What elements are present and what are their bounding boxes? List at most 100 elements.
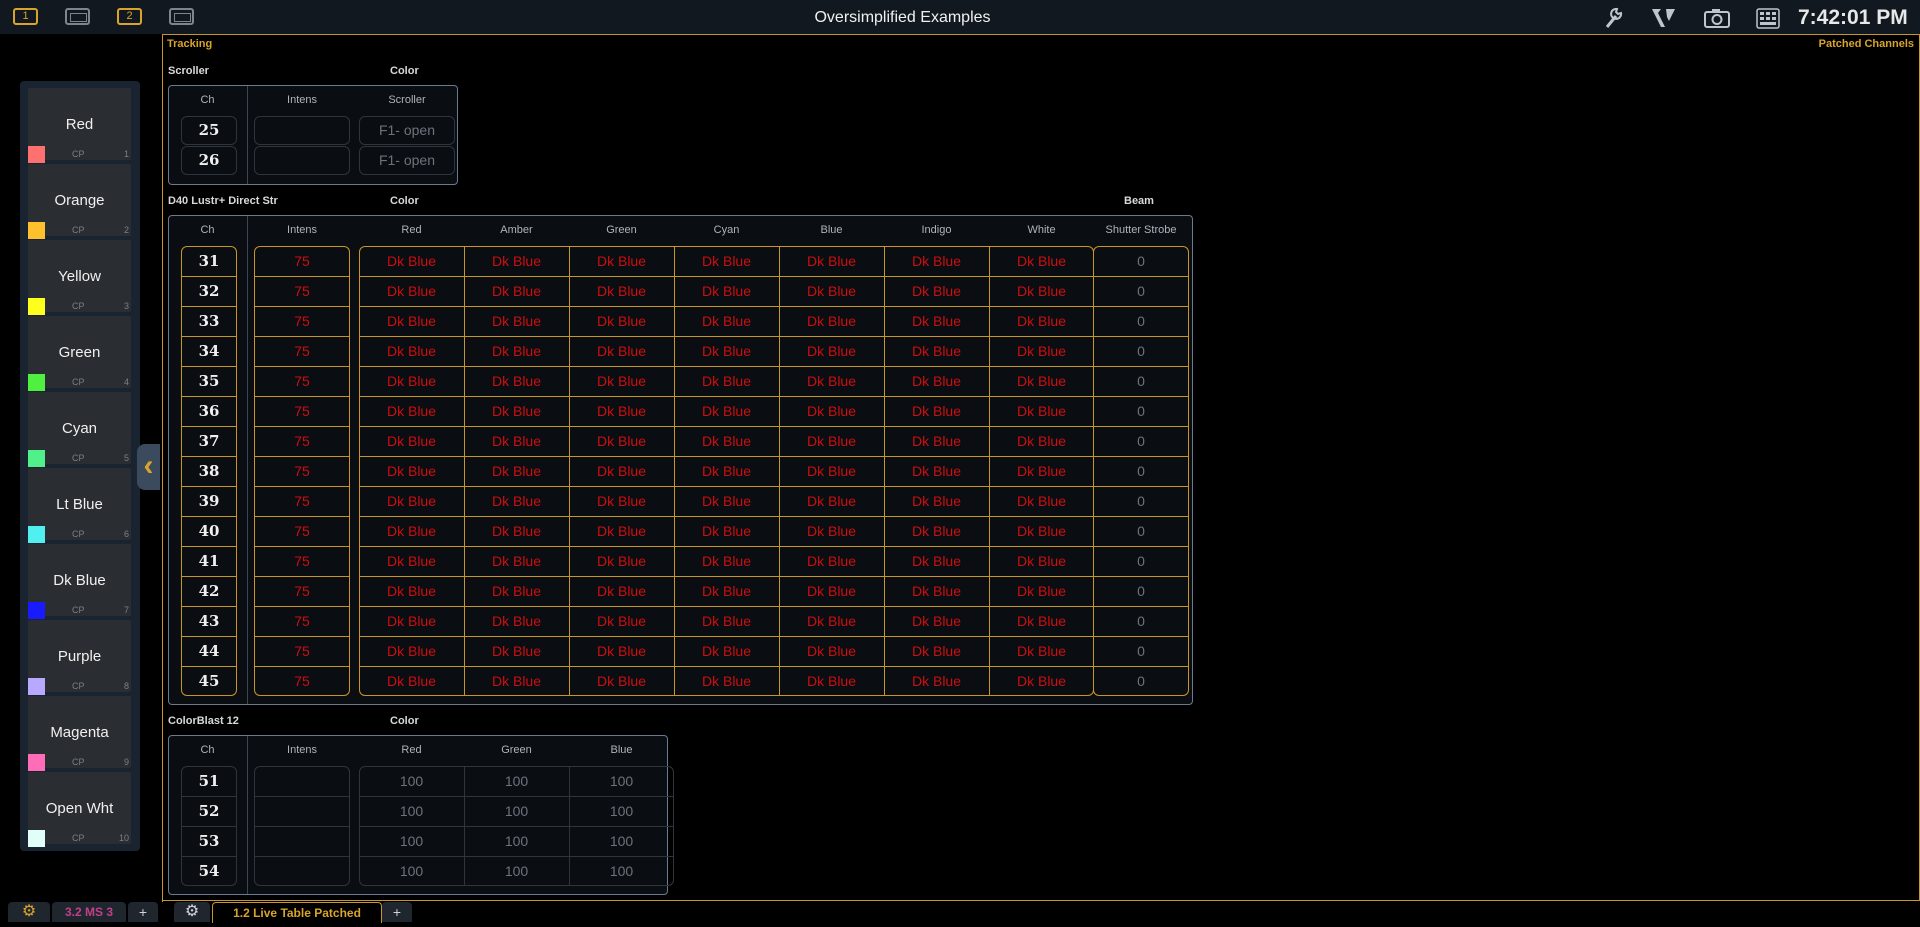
intensity-cell[interactable] [254, 146, 350, 175]
gear-icon[interactable]: ⚙ [8, 902, 50, 922]
color-value[interactable]: Dk Blue [779, 433, 884, 449]
palette-button-yellow[interactable]: Yellow CP 3 [28, 240, 131, 315]
channel-number[interactable]: 31 [181, 252, 237, 270]
color-value[interactable]: Dk Blue [359, 523, 464, 539]
color-value[interactable]: Dk Blue [569, 553, 674, 569]
color-value[interactable]: Dk Blue [779, 313, 884, 329]
color-value[interactable]: Dk Blue [674, 313, 779, 329]
color-value[interactable]: Dk Blue [674, 253, 779, 269]
shutter-strobe-value[interactable]: 0 [1093, 343, 1189, 359]
color-value[interactable]: Dk Blue [674, 583, 779, 599]
tab-1-2-live-table-patched[interactable]: 1.2 Live Table Patched [212, 902, 382, 923]
color-value[interactable]: Dk Blue [464, 283, 569, 299]
intensity-value[interactable]: 75 [254, 403, 350, 419]
color-value[interactable]: Dk Blue [779, 253, 884, 269]
color-value[interactable]: Dk Blue [989, 643, 1094, 659]
color-value[interactable]: Dk Blue [569, 673, 674, 689]
channel-number[interactable]: 35 [181, 372, 237, 390]
channel-number[interactable]: 32 [181, 282, 237, 300]
color-value[interactable]: Dk Blue [884, 493, 989, 509]
color-value[interactable]: Dk Blue [779, 463, 884, 479]
palette-button-dk-blue[interactable]: Dk Blue CP 7 [28, 544, 131, 619]
color-value[interactable]: 100 [464, 773, 569, 789]
shutter-strobe-value[interactable]: 0 [1093, 523, 1189, 539]
color-value[interactable]: Dk Blue [674, 463, 779, 479]
color-value[interactable]: Dk Blue [884, 403, 989, 419]
color-value[interactable]: Dk Blue [884, 373, 989, 389]
color-value[interactable]: Dk Blue [359, 553, 464, 569]
intensity-value[interactable]: 75 [254, 673, 350, 689]
color-value[interactable]: Dk Blue [569, 613, 674, 629]
palette-button-magenta[interactable]: Magenta CP 9 [28, 696, 131, 771]
color-value[interactable]: Dk Blue [359, 463, 464, 479]
color-value[interactable]: Dk Blue [464, 643, 569, 659]
shutter-strobe-value[interactable]: 0 [1093, 253, 1189, 269]
color-value[interactable]: Dk Blue [884, 343, 989, 359]
color-value[interactable]: Dk Blue [779, 343, 884, 359]
intensity-value[interactable]: 75 [254, 523, 350, 539]
color-value[interactable]: Dk Blue [674, 493, 779, 509]
color-value[interactable]: Dk Blue [569, 463, 674, 479]
color-value[interactable]: Dk Blue [779, 673, 884, 689]
color-value[interactable]: Dk Blue [989, 583, 1094, 599]
color-value[interactable]: Dk Blue [989, 403, 1094, 419]
intensity-value[interactable]: 75 [254, 613, 350, 629]
color-value[interactable]: 100 [569, 773, 674, 789]
color-value[interactable]: Dk Blue [359, 673, 464, 689]
shutter-strobe-value[interactable]: 0 [1093, 643, 1189, 659]
color-value[interactable]: Dk Blue [674, 403, 779, 419]
add-tab-button[interactable]: + [128, 902, 158, 922]
color-value[interactable]: Dk Blue [359, 283, 464, 299]
color-value[interactable]: Dk Blue [464, 313, 569, 329]
shutter-strobe-value[interactable]: 0 [1093, 613, 1189, 629]
color-value[interactable]: Dk Blue [884, 283, 989, 299]
intensity-value[interactable]: 75 [254, 643, 350, 659]
color-value[interactable]: Dk Blue [569, 373, 674, 389]
color-value[interactable]: Dk Blue [674, 373, 779, 389]
palette-button-orange[interactable]: Orange CP 2 [28, 164, 131, 239]
color-value[interactable]: Dk Blue [989, 313, 1094, 329]
color-value[interactable]: Dk Blue [464, 373, 569, 389]
intensity-value[interactable]: 75 [254, 283, 350, 299]
color-value[interactable]: Dk Blue [779, 523, 884, 539]
color-value[interactable]: Dk Blue [359, 313, 464, 329]
color-value[interactable]: Dk Blue [884, 253, 989, 269]
palette-button-lt-blue[interactable]: Lt Blue CP 6 [28, 468, 131, 543]
channel-number[interactable]: 51 [181, 772, 237, 790]
fixtures-icon[interactable] [1650, 6, 1678, 36]
intensity-cell[interactable] [254, 116, 350, 145]
color-value[interactable]: Dk Blue [989, 523, 1094, 539]
color-value[interactable]: 100 [359, 833, 464, 849]
shutter-strobe-value[interactable]: 0 [1093, 583, 1189, 599]
color-value[interactable]: Dk Blue [359, 253, 464, 269]
shutter-strobe-value[interactable]: 0 [1093, 493, 1189, 509]
wrench-icon[interactable] [1603, 6, 1625, 36]
color-value[interactable]: Dk Blue [464, 343, 569, 359]
color-value[interactable]: Dk Blue [464, 613, 569, 629]
shutter-strobe-value[interactable]: 0 [1093, 373, 1189, 389]
color-value[interactable]: Dk Blue [359, 373, 464, 389]
channel-number[interactable]: 33 [181, 312, 237, 330]
shutter-strobe-value[interactable]: 0 [1093, 553, 1189, 569]
color-value[interactable]: Dk Blue [779, 493, 884, 509]
channel-number[interactable]: 43 [181, 612, 237, 630]
color-value[interactable]: Dk Blue [884, 313, 989, 329]
color-value[interactable]: Dk Blue [569, 493, 674, 509]
channel-number[interactable]: 54 [181, 862, 237, 880]
channel-number[interactable]: 39 [181, 492, 237, 510]
color-value[interactable]: Dk Blue [464, 403, 569, 419]
color-value[interactable]: Dk Blue [674, 523, 779, 539]
color-value[interactable]: Dk Blue [884, 463, 989, 479]
channel-number[interactable]: 53 [181, 832, 237, 850]
color-value[interactable]: Dk Blue [464, 493, 569, 509]
color-value[interactable]: 100 [359, 863, 464, 879]
color-value[interactable]: Dk Blue [464, 253, 569, 269]
channel-number[interactable]: 37 [181, 432, 237, 450]
color-value[interactable]: Dk Blue [569, 313, 674, 329]
color-value[interactable]: 100 [464, 863, 569, 879]
color-value[interactable]: Dk Blue [569, 583, 674, 599]
intensity-value[interactable]: 75 [254, 373, 350, 389]
color-value[interactable]: Dk Blue [884, 553, 989, 569]
intensity-value[interactable]: 75 [254, 463, 350, 479]
color-value[interactable]: Dk Blue [884, 643, 989, 659]
